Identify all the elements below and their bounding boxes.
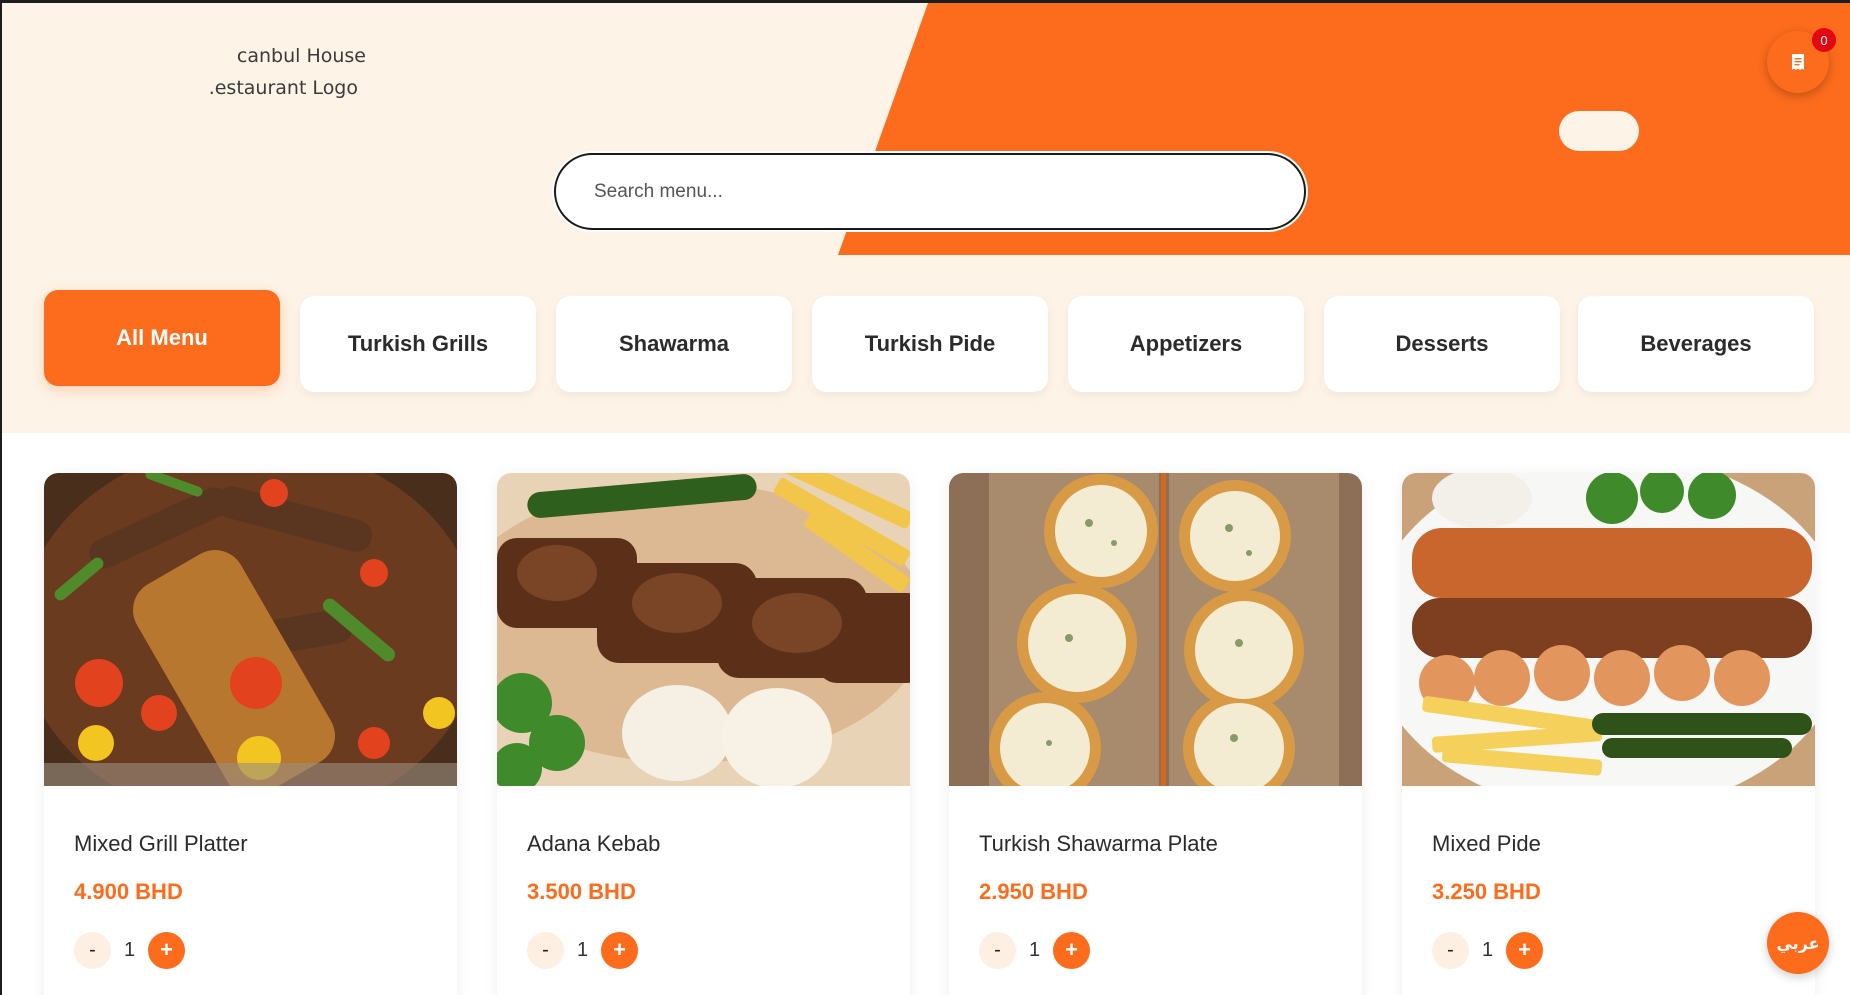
tab-beverages[interactable]: Beverages <box>1578 296 1814 392</box>
tab-appetizers[interactable]: Appetizers <box>1068 296 1304 392</box>
increase-qty-button[interactable]: + <box>148 931 185 969</box>
product-price: 3.500 BHD <box>527 879 636 904</box>
receipt-icon <box>1792 54 1804 70</box>
decrease-qty-button[interactable]: - <box>527 931 564 969</box>
hero-pill-button[interactable] <box>1559 111 1639 151</box>
quantity-stepper: - 1 + <box>527 931 638 969</box>
increase-qty-button[interactable]: + <box>1506 931 1543 969</box>
product-name: Turkish Shawarma Plate <box>979 831 1218 856</box>
product-name: Adana Kebab <box>527 831 661 856</box>
adana-kebab-image <box>497 473 910 786</box>
search-input[interactable] <box>556 155 1304 228</box>
cart-count-badge: 0 <box>1812 28 1836 52</box>
quantity-stepper: - 1 + <box>1432 931 1543 969</box>
tab-shawarma[interactable]: Shawarma <box>556 296 792 392</box>
product-price: 3.250 BHD <box>1432 879 1541 904</box>
quantity-value: 1 <box>1481 938 1494 961</box>
product-card[interactable]: Turkish Shawarma Plate 2.950 BHD - 1 + <box>949 473 1362 995</box>
mixed-pide-image <box>1402 473 1815 786</box>
product-image[interactable] <box>949 473 1362 786</box>
quantity-value: 1 <box>123 938 136 961</box>
restaurant-logo[interactable]: ᴄanbul House .estaurant Logo <box>2 40 366 104</box>
product-image[interactable] <box>1402 473 1815 786</box>
search-box <box>554 153 1306 230</box>
product-name: Mixed Grill Platter <box>74 831 248 856</box>
quantity-value: 1 <box>576 938 589 961</box>
quantity-value: 1 <box>1028 938 1041 961</box>
product-card[interactable]: Mixed Pide 3.250 BHD - 1 + <box>1402 473 1815 995</box>
increase-qty-button[interactable]: + <box>1053 931 1090 969</box>
product-name: Mixed Pide <box>1432 831 1541 856</box>
shawarma-plate-image <box>949 473 1362 786</box>
tab-all-menu[interactable]: All Menu <box>44 290 280 386</box>
tab-desserts[interactable]: Desserts <box>1324 296 1560 392</box>
tab-turkish-grills[interactable]: Turkish Grills <box>300 296 536 392</box>
mixed-grill-image <box>44 473 457 786</box>
quantity-stepper: - 1 + <box>74 931 185 969</box>
decrease-qty-button[interactable]: - <box>74 931 111 969</box>
decrease-qty-button[interactable]: - <box>1432 931 1469 969</box>
category-tabs: All Menu Turkish Grills Shawarma Turkish… <box>44 290 1814 395</box>
increase-qty-button[interactable]: + <box>601 931 638 969</box>
product-card[interactable]: Adana Kebab 3.500 BHD - 1 + <box>497 473 910 995</box>
product-price: 2.950 BHD <box>979 879 1088 904</box>
logo-alt-text-line2: .estaurant Logo <box>208 77 358 99</box>
product-card[interactable]: Mixed Grill Platter 4.900 BHD - 1 + <box>44 473 457 995</box>
language-toggle-button[interactable]: عربي <box>1767 912 1829 974</box>
product-image[interactable] <box>497 473 910 786</box>
quantity-stepper: - 1 + <box>979 931 1090 969</box>
decrease-qty-button[interactable]: - <box>979 931 1016 969</box>
tab-turkish-pide[interactable]: Turkish Pide <box>812 296 1048 392</box>
product-price: 4.900 BHD <box>74 879 183 904</box>
logo-alt-text-line1: ᴄanbul House <box>236 45 366 67</box>
product-image[interactable] <box>44 473 457 786</box>
